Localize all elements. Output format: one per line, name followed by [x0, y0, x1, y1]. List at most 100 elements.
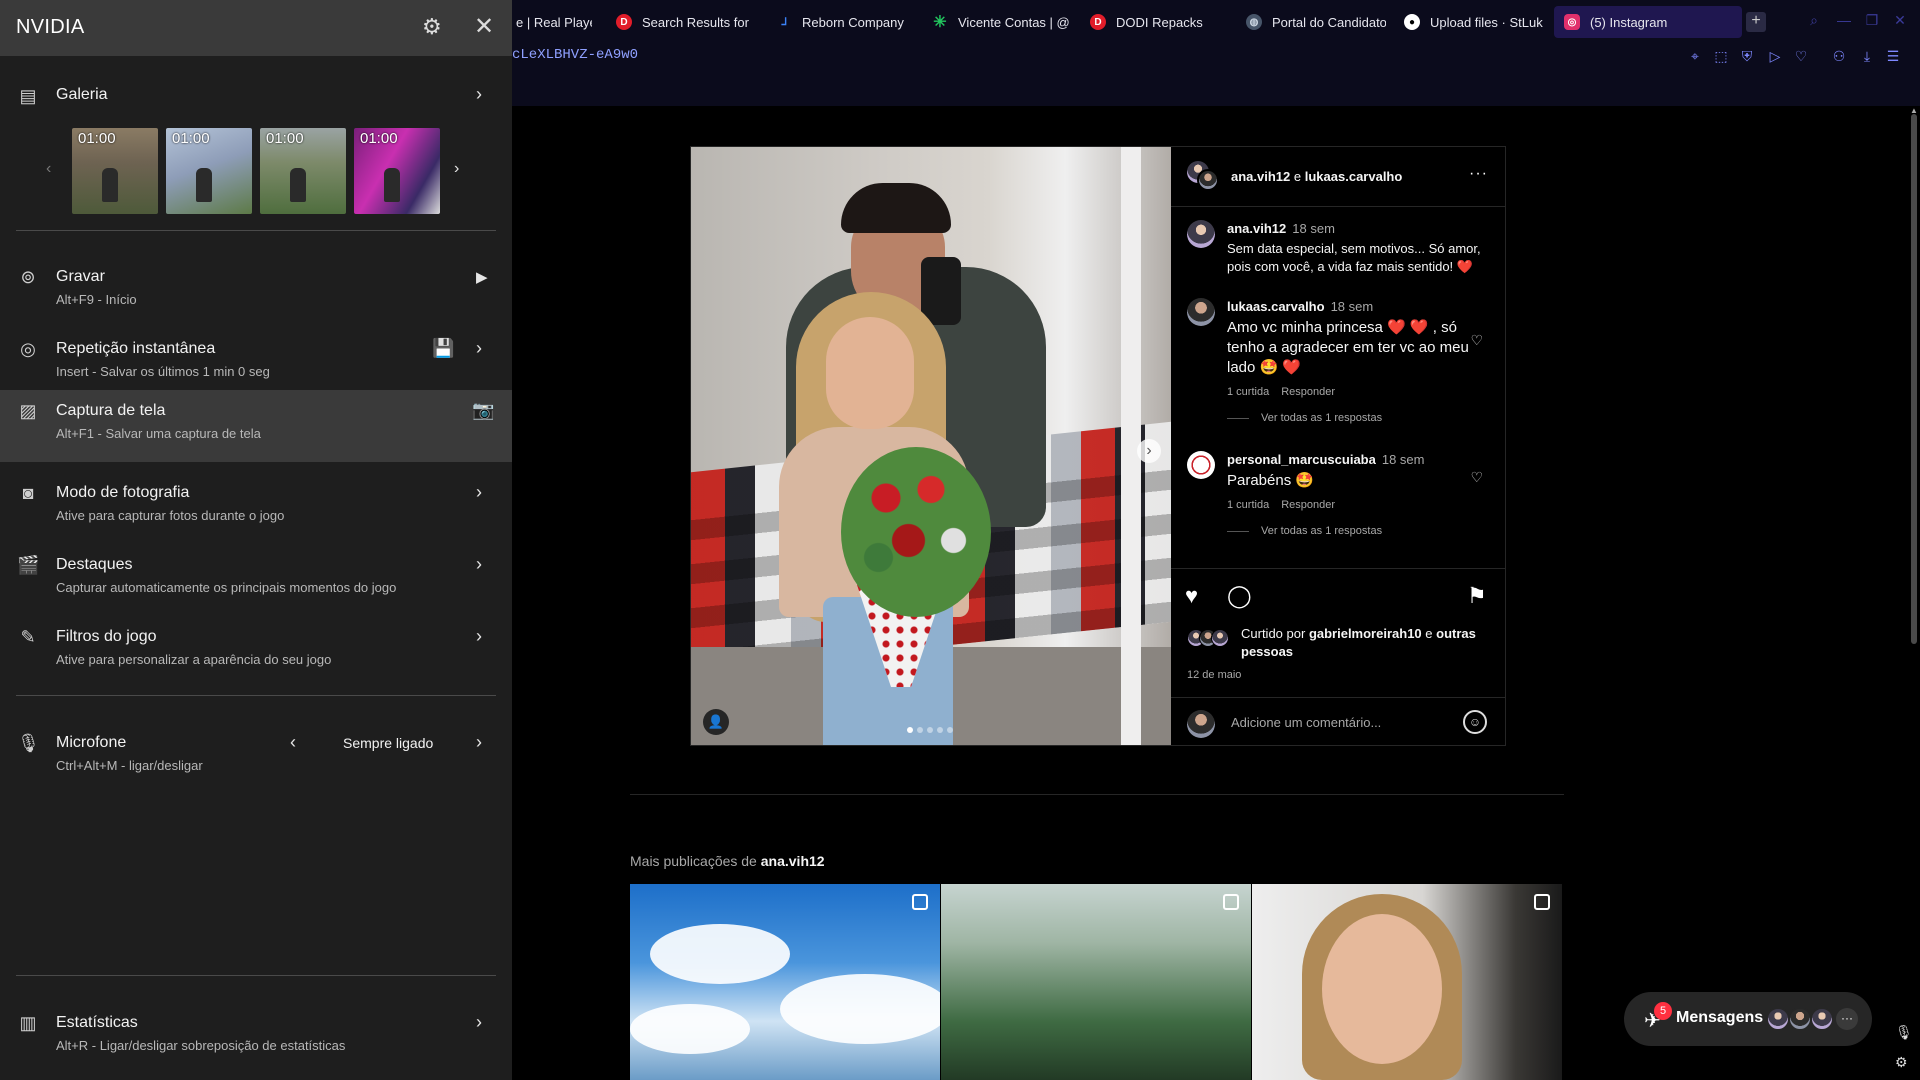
save-bookmark-icon[interactable]: ⚑ — [1467, 583, 1487, 609]
gallery-icon: ▤ — [19, 86, 37, 106]
author-link[interactable]: ana.vih12 — [1231, 169, 1290, 184]
avatar[interactable] — [1187, 298, 1215, 326]
screenshot-icon[interactable]: ⬚ — [1712, 47, 1730, 65]
restore-icon[interactable]: ❐ — [1864, 12, 1880, 28]
tagged-user-icon[interactable]: 👤 — [703, 709, 729, 735]
comment-icon[interactable]: ◯ — [1227, 583, 1252, 609]
instagram-post: › 👤 ana.vih12 e lukaas.carvalho ··· ana.… — [690, 146, 1506, 746]
tab-dodi-repacks[interactable]: D DODI Repacks — [1080, 6, 1230, 38]
chevron-right-icon[interactable]: › — [476, 626, 482, 647]
avatar[interactable] — [1197, 169, 1219, 191]
gallery-thumbnail[interactable]: 01:00 — [260, 128, 346, 214]
chevron-right-icon[interactable]: › — [476, 1012, 482, 1033]
more-post-thumbnail[interactable] — [630, 884, 940, 1080]
tab-upload-files[interactable]: ● Upload files · StLuk — [1394, 6, 1544, 38]
game-filters-item[interactable]: ✎ Filtros do jogo Ative para personaliza… — [0, 616, 512, 688]
scrollbar-thumb[interactable] — [1911, 114, 1917, 644]
comment-meta: 1 curtida Responder — [1227, 386, 1487, 398]
more-post-thumbnail[interactable] — [1252, 884, 1562, 1080]
save-icon[interactable]: 💾 — [432, 338, 454, 359]
tab-search-results[interactable]: D Search Results for — [606, 6, 756, 38]
avatar[interactable] — [1187, 220, 1215, 248]
view-replies-link[interactable]: Ver todas as 1 respostas — [1227, 525, 1487, 537]
statistics-item[interactable]: ▥ Estatísticas Alt+R - Ligar/desligar so… — [0, 1002, 512, 1074]
tab-portal-candidato[interactable]: ◍ Portal do Candidato — [1236, 6, 1386, 38]
emoji-icon[interactable]: ☺ — [1463, 710, 1487, 734]
photo-cloud — [630, 1004, 750, 1054]
record-shortcut: Alt+F9 - Início — [56, 292, 137, 307]
play-icon[interactable]: ▶ — [476, 268, 488, 286]
microphone-icon: 🎙 — [17, 733, 40, 753]
post-header: ana.vih12 e lukaas.carvalho ··· — [1171, 147, 1505, 207]
more-options-icon[interactable]: ··· — [1469, 165, 1488, 183]
gallery-prev-icon[interactable]: ‹ — [46, 160, 51, 178]
like-comment-icon[interactable]: ♡ — [1470, 469, 1483, 486]
new-tab-button[interactable]: + — [1746, 12, 1766, 32]
nvidia-overlay-panel: NVIDIA ⚙ ✕ ▤ Galeria › ‹ 01:00 01:00 01:… — [0, 0, 512, 1080]
comment-text: Amo vc minha princesa ❤️ ❤️ , só tenho a… — [1227, 319, 1469, 376]
liked-user-link[interactable]: gabrielmoreirah10 — [1309, 626, 1422, 641]
next-photo-button[interactable]: › — [1137, 439, 1161, 463]
close-window-icon[interactable]: ✕ — [1892, 12, 1908, 28]
favorite-icon[interactable]: ♡ — [1792, 47, 1810, 65]
gallery-next-icon[interactable]: › — [454, 160, 459, 178]
chevron-right-icon[interactable]: › — [476, 732, 482, 753]
reply-link[interactable]: Responder — [1281, 386, 1335, 398]
close-icon[interactable]: ✕ — [474, 12, 494, 41]
screenshot-item[interactable]: ▨ Captura de tela Alt+F1 - Salvar uma ca… — [0, 390, 512, 462]
url-text[interactable]: cLeXLBHVZ-eA9w0 — [512, 47, 638, 63]
liked-and: e — [1425, 626, 1433, 641]
gallery-thumbnail[interactable]: 01:00 — [354, 128, 440, 214]
highlights-item[interactable]: 🎬 Destaques Capturar automaticamente os … — [0, 544, 512, 616]
comment-username[interactable]: personal_marcuscuiaba — [1227, 452, 1376, 467]
play-icon[interactable]: ▷ — [1766, 47, 1784, 65]
comment: lukaas.carvalho 18 sem Amo vc minha princ… — [1187, 298, 1487, 424]
messages-button[interactable]: ✈ 5 Mensagens ··· — [1624, 992, 1872, 1046]
tab-instagram[interactable]: ◎ (5) Instagram — [1554, 6, 1742, 38]
view-replies-link[interactable]: Ver todas as 1 respostas — [1227, 412, 1487, 424]
settings-sidebar-icon[interactable]: ⚙ — [1895, 1054, 1908, 1071]
page-scrollbar[interactable]: ▲ — [1910, 106, 1918, 1080]
mic-sidebar-icon[interactable]: 🎙 — [1895, 1024, 1913, 1041]
record-item[interactable]: ⊚ Gravar Alt+F9 - Início ▶ — [0, 256, 512, 328]
record-label: Gravar — [56, 268, 105, 285]
vpn-icon[interactable]: ⛨ — [1738, 47, 1756, 65]
comment-username[interactable]: lukaas.carvalho — [1227, 299, 1325, 314]
add-comment-input[interactable]: Adicione um comentário... — [1231, 715, 1381, 730]
menu-icon[interactable]: ☰ — [1884, 47, 1902, 65]
comment-username[interactable]: ana.vih12 — [1227, 221, 1286, 236]
author-link[interactable]: lukaas.carvalho — [1305, 169, 1403, 184]
divider — [16, 975, 496, 976]
pin-icon[interactable]: ⌖ — [1686, 47, 1704, 65]
chevron-left-icon[interactable]: ‹ — [290, 732, 296, 753]
download-icon[interactable]: ⤓ — [1858, 47, 1876, 65]
multiple-photos-icon — [912, 894, 928, 910]
more-post-thumbnail[interactable] — [941, 884, 1251, 1080]
gallery-item[interactable]: ▤ Galeria › — [0, 76, 512, 116]
camera-icon[interactable]: 📷 — [472, 400, 494, 421]
search-tabs-icon[interactable]: ⌕ — [1806, 12, 1822, 28]
photo-mode-item[interactable]: ◙ Modo de fotografia Ative para capturar… — [0, 472, 512, 544]
reply-link[interactable]: Responder — [1281, 499, 1335, 511]
tab-reborn-company[interactable]: ᒧ Reborn Company — [766, 6, 916, 38]
post-authors: ana.vih12 e lukaas.carvalho — [1231, 169, 1402, 184]
chevron-right-icon[interactable]: › — [476, 338, 482, 359]
chevron-right-icon: › — [476, 84, 482, 104]
tab-vicente-contas[interactable]: ✳ Vicente Contas | @ — [922, 6, 1072, 38]
gear-icon[interactable]: ⚙ — [422, 14, 442, 40]
chevron-right-icon[interactable]: › — [476, 554, 482, 575]
tab-real-player[interactable]: e | Real Player — [512, 6, 592, 38]
chevron-right-icon[interactable]: › — [476, 482, 482, 503]
profile-icon[interactable]: ⚇ — [1830, 47, 1848, 65]
gallery-thumbnail[interactable]: 01:00 — [166, 128, 252, 214]
minimize-icon[interactable]: — — [1836, 12, 1852, 28]
more-posts-user-link[interactable]: ana.vih12 — [761, 853, 825, 869]
like-comment-icon[interactable]: ♡ — [1470, 332, 1483, 349]
comment: personal_marcuscuiaba 18 sem Parabéns 🤩 1… — [1187, 451, 1487, 537]
avatar[interactable] — [1187, 451, 1215, 479]
gallery-thumbnail[interactable]: 01:00 — [72, 128, 158, 214]
like-heart-icon[interactable]: ♥ — [1185, 583, 1198, 609]
post-photo[interactable]: › 👤 — [691, 147, 1171, 745]
photo-flowers — [841, 447, 991, 617]
messages-badge: 5 — [1654, 1002, 1672, 1020]
